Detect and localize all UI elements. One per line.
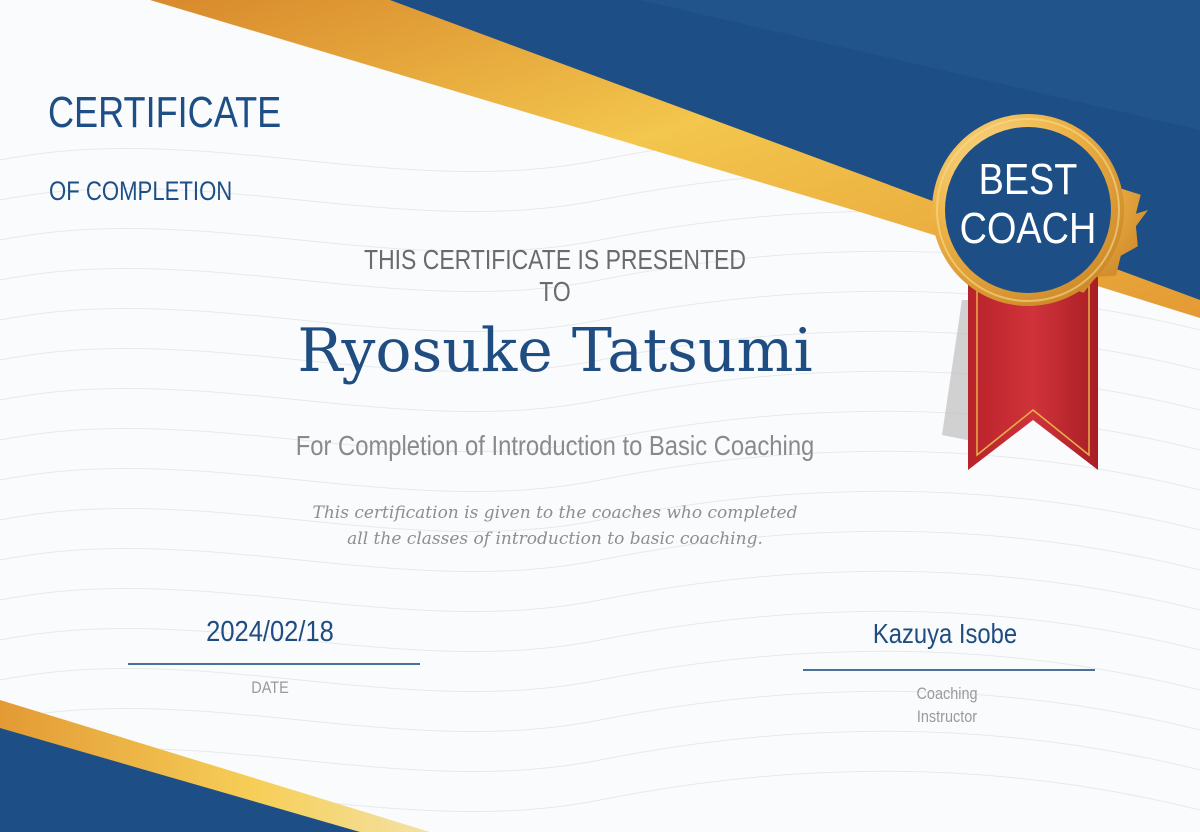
description-line-1: This certification is given to the coach… — [312, 503, 798, 523]
date-underline — [128, 663, 420, 665]
date-label: DATE — [251, 678, 289, 697]
signature-name: Kazuya Isobe — [872, 618, 1018, 649]
signature-label-line-1: Coaching — [916, 684, 978, 703]
signature-label-line-2: Instructor — [916, 707, 978, 726]
date-value: 2024/02/18 — [206, 616, 334, 648]
signature-underline — [803, 669, 1095, 671]
presented-to-label: THIS CERTIFICATE IS PRESENTED TO — [364, 244, 746, 307]
course-completion-text: For Completion of Introduction to Basic … — [295, 430, 815, 461]
signature-label: Coaching Instructor — [903, 682, 991, 728]
certificate-page: CERTIFICATE OF COMPLETION THIS CERTIFICA… — [0, 0, 1200, 832]
certificate-description: This certification is given to the coach… — [280, 500, 830, 552]
badge-line-1: BEST — [978, 155, 1078, 204]
certificate-subtitle: OF COMPLETION — [49, 176, 233, 206]
best-coach-badge-text: BEST COACH — [957, 155, 1098, 253]
recipient-name: Ryosuke Tatsumi — [297, 316, 813, 386]
description-line-2: all the classes of introduction to basic… — [347, 529, 763, 549]
certificate-title: CERTIFICATE — [48, 88, 282, 137]
badge-line-2: COACH — [959, 204, 1097, 253]
